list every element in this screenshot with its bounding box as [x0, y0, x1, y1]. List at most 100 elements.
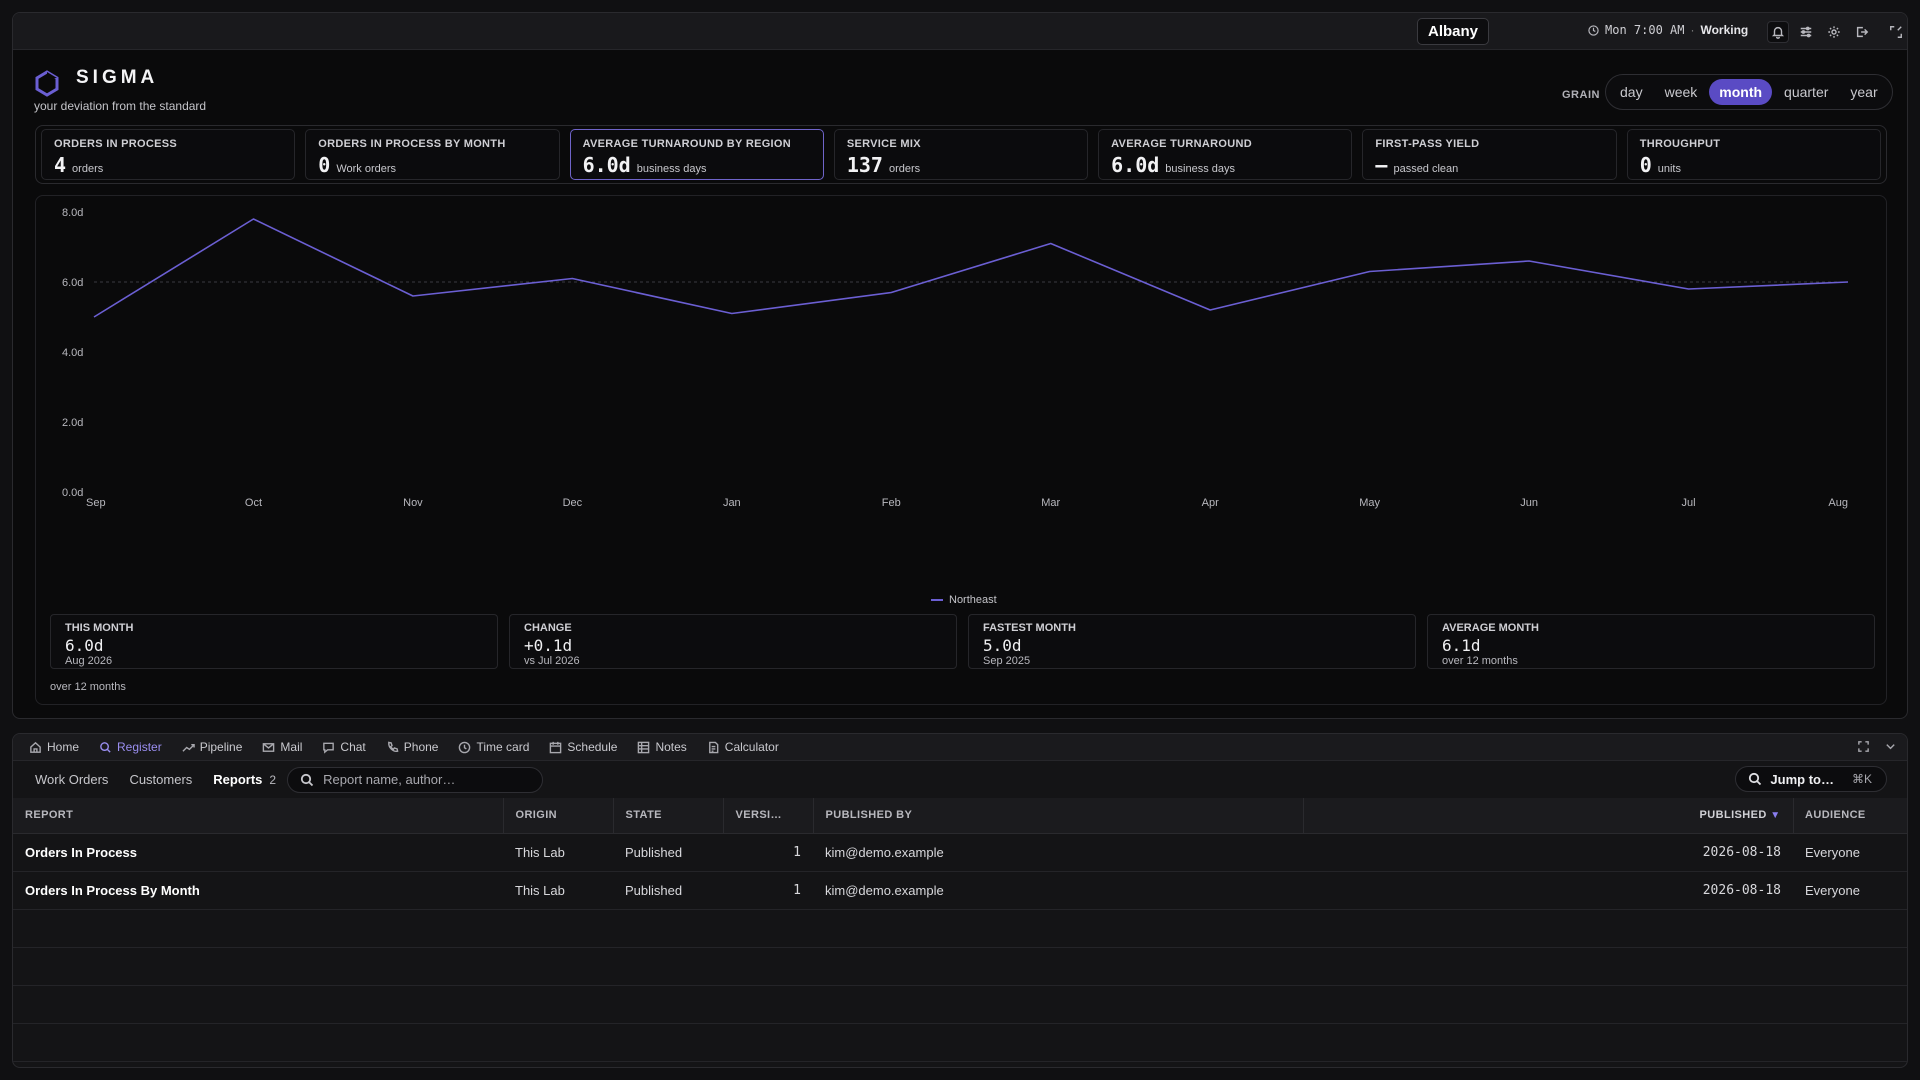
stat-sub: Aug 2026	[65, 655, 113, 667]
stat-label: CHANGE	[524, 622, 572, 634]
nav-item-register[interactable]: Register	[99, 740, 162, 754]
table-row[interactable]: Orders In Process By Month This Lab Publ…	[13, 871, 1907, 910]
column-header-origin[interactable]: ORIGIN	[503, 798, 614, 834]
jump-to-label: Jump to…	[1770, 771, 1834, 787]
nav-item-home[interactable]: Home	[29, 740, 79, 754]
register-panel: Home Register Pipeline Mail Chat Phone T…	[12, 733, 1908, 1068]
tab-customers[interactable]: Customers	[129, 772, 192, 787]
nav-item-time-card[interactable]: Time card	[458, 740, 529, 754]
nav-item-phone[interactable]: Phone	[386, 740, 438, 754]
cell-published: 2026-08-18	[1303, 871, 1793, 910]
kpi-label: ORDERS IN PROCESS BY MONTH	[318, 138, 506, 150]
reports-table: REPORT ORIGIN STATE VERSI… PUBLISHED BY …	[13, 798, 1907, 1062]
kpi-value: 6.0d	[582, 153, 631, 177]
gear-icon[interactable]	[1823, 21, 1845, 43]
app-nav-bar: Home Register Pipeline Mail Chat Phone T…	[13, 734, 1907, 761]
column-header-report[interactable]: REPORT	[13, 798, 504, 834]
top-bar: Albany Mon 7:00 AM · Working	[13, 13, 1907, 50]
clock-time: Mon 7:00 AM	[1605, 23, 1685, 37]
column-header-published-by[interactable]: PUBLISHED BY	[813, 798, 1304, 834]
tab-work-orders[interactable]: Work Orders	[35, 772, 108, 787]
nav-item-pipeline[interactable]: Pipeline	[182, 740, 243, 754]
kpi-unit: Work orders	[336, 163, 397, 175]
empty-row	[13, 909, 1907, 948]
nav-item-notes[interactable]: Notes	[637, 740, 687, 754]
kpi-card-throughput[interactable]: THROUGHPUT 0 units	[1626, 129, 1881, 180]
empty-row	[13, 947, 1907, 986]
register-subtabs: Work Orders Customers Reports 2	[13, 762, 1907, 797]
cell-published: 2026-08-18	[1303, 833, 1793, 872]
stat-label: AVERAGE MONTH	[1442, 622, 1539, 634]
mail-icon	[263, 742, 275, 752]
table-row[interactable]: Orders In Process This Lab Published 1 k…	[13, 833, 1907, 872]
logout-icon[interactable]	[1851, 21, 1873, 43]
calculator-icon	[708, 741, 719, 753]
kpi-unit: units	[1657, 163, 1681, 175]
chevron-down-icon[interactable]	[1884, 740, 1897, 753]
x-tick-label: Sep	[86, 497, 106, 509]
fullscreen-icon[interactable]	[1885, 21, 1907, 43]
kpi-card-first-pass-yield[interactable]: FIRST-PASS YIELD — passed clean	[1362, 129, 1617, 180]
jump-to-button[interactable]: Jump to… ⌘K	[1735, 766, 1887, 792]
kpi-label: FIRST-PASS YIELD	[1375, 138, 1480, 150]
column-header-audience[interactable]: AUDIENCE	[1793, 798, 1907, 834]
period-note: over 12 months	[50, 681, 126, 693]
stat-label: FASTEST MONTH	[983, 622, 1076, 634]
x-tick-label: Jan	[723, 497, 741, 509]
kpi-card-turnaround-by-region[interactable]: AVERAGE TURNAROUND BY REGION 6.0d busines…	[569, 129, 824, 180]
column-header-version[interactable]: VERSI…	[723, 798, 814, 834]
stat-this-month: THIS MONTH 6.0d Aug 2026	[50, 614, 498, 669]
clock-status: Mon 7:00 AM · Working	[1588, 23, 1748, 37]
grain-selector: day week month quarter year	[1605, 74, 1893, 110]
nav-label: Mail	[280, 740, 303, 754]
nav-item-calculator[interactable]: Calculator	[707, 740, 779, 754]
x-tick-label: Apr	[1202, 497, 1219, 509]
sliders-icon[interactable]	[1795, 21, 1817, 43]
series-line-northeast	[93, 218, 1849, 318]
empty-cell	[13, 909, 1907, 948]
kpi-card-average-turnaround[interactable]: AVERAGE TURNAROUND 6.0d business days	[1098, 129, 1353, 180]
nav-label: Calculator	[724, 740, 779, 754]
grain-option-week[interactable]: week	[1655, 79, 1708, 105]
bell-icon[interactable]	[1767, 21, 1789, 43]
kpi-label: AVERAGE TURNAROUND	[1111, 138, 1252, 150]
clock-icon	[1588, 24, 1599, 36]
x-tick-label: Oct	[245, 497, 262, 509]
sigma-logo-icon	[35, 70, 59, 97]
x-tick-label: Jul	[1682, 497, 1696, 509]
grain-option-quarter[interactable]: quarter	[1774, 79, 1838, 105]
kpi-label: ORDERS IN PROCESS	[54, 138, 178, 150]
stat-value: 5.0d	[983, 636, 1022, 655]
search-icon	[100, 741, 111, 753]
turnaround-chart-panel: 0.0d 2.0d 4.0d 6.0d 8.0d Sep Oct Nov Dec Jan Feb Ma…	[35, 195, 1887, 705]
grain-option-day[interactable]: day	[1610, 79, 1653, 105]
x-tick-label: Feb	[882, 497, 901, 509]
grain-option-month[interactable]: month	[1709, 79, 1773, 105]
x-tick-label: Jun	[1520, 497, 1538, 509]
kpi-value: 4	[54, 153, 67, 177]
column-header-state[interactable]: STATE	[613, 798, 724, 834]
kpi-label: THROUGHPUT	[1639, 138, 1721, 150]
nav-label: Pipeline	[199, 740, 243, 754]
nav-item-schedule[interactable]: Schedule	[549, 740, 617, 754]
kpi-card-orders-by-month[interactable]: ORDERS IN PROCESS BY MONTH 0 Work orders	[305, 129, 560, 180]
kpi-row: ORDERS IN PROCESS 4 orders ORDERS IN PROC…	[35, 125, 1887, 184]
y-tick-label: 4.0d	[62, 347, 83, 359]
stat-average-month: AVERAGE MONTH 6.1d over 12 months	[1427, 614, 1875, 669]
location-button[interactable]: Albany	[1417, 18, 1490, 45]
expand-icon[interactable]	[1857, 740, 1870, 753]
grain-option-year[interactable]: year	[1840, 79, 1887, 105]
nav-item-mail[interactable]: Mail	[262, 740, 302, 754]
stat-row: THIS MONTH 6.0d Aug 2026 CHANGE +0.1d vs…	[50, 614, 1875, 669]
phone-icon	[387, 741, 399, 752]
cell-report[interactable]: Orders In Process By Month	[13, 871, 503, 910]
tab-reports[interactable]: Reports	[213, 772, 262, 787]
nav-item-chat[interactable]: Chat	[322, 740, 366, 754]
column-header-published[interactable]: PUBLISHED ▼	[1303, 798, 1794, 834]
stat-label: THIS MONTH	[65, 622, 134, 634]
empty-cell	[13, 985, 1907, 1024]
report-search-input[interactable]	[323, 772, 524, 787]
kpi-card-orders-in-process[interactable]: ORDERS IN PROCESS 4 orders	[41, 129, 296, 180]
cell-report[interactable]: Orders In Process	[13, 833, 503, 872]
kpi-card-service-mix[interactable]: SERVICE MIX 137 orders	[833, 129, 1089, 180]
